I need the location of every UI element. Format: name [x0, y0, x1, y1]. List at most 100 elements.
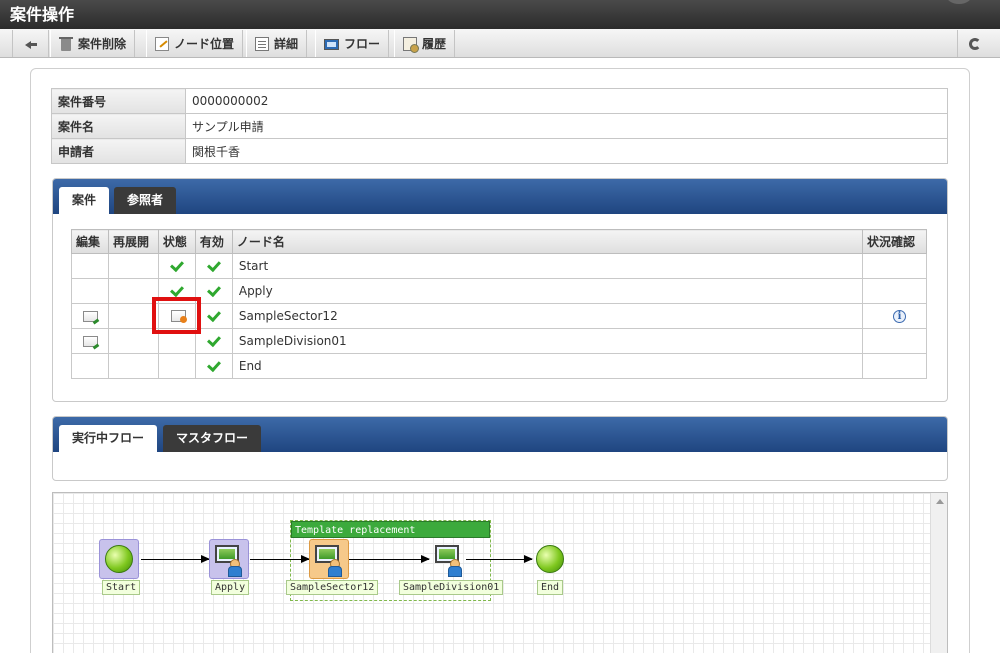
node-position-button[interactable]: ノード位置: [146, 30, 244, 57]
group-title: Template replacement: [291, 521, 490, 538]
history-icon: [403, 36, 419, 53]
info-icon[interactable]: i: [893, 309, 906, 323]
start-node-label: Start: [102, 580, 141, 595]
case-name-value: サンプル申請: [185, 113, 948, 139]
node-name: Apply: [231, 278, 864, 304]
case-number-key: 案件番号: [51, 88, 186, 114]
detail-label: 詳細: [274, 37, 299, 51]
detail-button[interactable]: 詳細: [246, 30, 308, 57]
flow-tab-bar: 実行中フロー マスタフロー: [53, 417, 947, 452]
redeploy-cell: [107, 353, 159, 379]
state-cell: [157, 353, 196, 379]
check-icon: [206, 307, 221, 322]
edge-division-end: [466, 555, 533, 563]
edit-cell: [71, 328, 109, 354]
check-icon: [206, 332, 221, 347]
applicant-key: 申請者: [51, 138, 186, 164]
delete-case-label: 案件削除: [78, 37, 127, 51]
flow-canvas[interactable]: Template replacement Start Apply SampleS…: [52, 492, 948, 653]
window-title-bar: 案件操作: [0, 0, 1000, 29]
edit-cell: [71, 253, 109, 279]
node-name: End: [231, 353, 864, 379]
edit-icon[interactable]: [83, 335, 98, 347]
case-info-table: 案件番号 0000000002 案件名 サンプル申請 申請者 関根千香: [51, 88, 948, 164]
edit-icon: [155, 36, 169, 51]
document-icon: [255, 36, 269, 51]
redeploy-cell: [107, 328, 159, 354]
tab-master-flow[interactable]: マスタフロー: [163, 425, 262, 452]
trash-icon: [59, 36, 73, 51]
flow-button[interactable]: フロー: [315, 30, 390, 57]
sector-node-label: SampleSector12: [286, 580, 379, 595]
start-sphere-icon: [105, 545, 133, 573]
table-row: End: [71, 353, 927, 379]
tab-referrer[interactable]: 参照者: [114, 187, 177, 214]
toolbar: 案件削除 ノード位置 詳細 フロー 履歴: [0, 29, 1000, 58]
end-sphere-icon[interactable]: [536, 545, 564, 573]
node-name: SampleDivision01: [231, 328, 864, 354]
node-tab-bar: 案件 参照者: [53, 179, 947, 214]
status-check-cell: [862, 353, 927, 379]
valid-cell: [194, 253, 233, 279]
edit-cell: [71, 278, 109, 304]
history-label: 履歴: [422, 37, 447, 51]
applicant-value: 関根千香: [185, 138, 948, 164]
tab-case[interactable]: 案件: [59, 187, 110, 214]
check-icon: [206, 357, 221, 372]
status-check-cell: [862, 328, 927, 354]
status-check-cell: [862, 253, 927, 279]
history-button[interactable]: 履歴: [394, 30, 456, 57]
node-panel: 案件 参照者 編集 再展開 状態 有効 ノード名 状況確認 Start Appl…: [52, 178, 948, 402]
refresh-icon: [969, 37, 981, 50]
header-edit: 編集: [71, 229, 109, 254]
edit-cell: [71, 353, 109, 379]
check-icon: [206, 282, 221, 297]
user-icon: [228, 559, 242, 577]
valid-cell: [194, 353, 233, 379]
redeploy-cell: [107, 253, 159, 279]
end-node-label: End: [537, 580, 564, 595]
case-name-key: 案件名: [51, 113, 186, 139]
back-button[interactable]: [12, 30, 49, 57]
flow-icon: [324, 39, 339, 50]
vertical-scrollbar[interactable]: [930, 493, 947, 653]
edge-sector-division: [349, 555, 430, 563]
apply-node-label: Apply: [211, 580, 250, 595]
table-row: Start: [71, 253, 927, 279]
table-row: 申請者 関根千香: [51, 138, 948, 164]
redeploy-cell: [107, 278, 159, 304]
table-row: 案件番号 0000000002: [51, 88, 948, 114]
node-name: Start: [231, 253, 864, 279]
window-control[interactable]: [946, 0, 972, 4]
redeploy-cell: [107, 303, 159, 329]
window-title: 案件操作: [10, 5, 75, 24]
table-header-row: 編集 再展開 状態 有効 ノード名 状況確認: [71, 229, 927, 254]
tab-running-flow[interactable]: 実行中フロー: [59, 425, 158, 452]
flow-label: フロー: [344, 37, 381, 51]
header-redeploy: 再展開: [107, 229, 159, 254]
check-icon: [169, 257, 184, 272]
arrow-left-icon: [24, 37, 38, 51]
edge-apply-sector: [250, 555, 310, 563]
status-check-cell: [862, 278, 927, 304]
check-icon: [206, 257, 221, 272]
refresh-button[interactable]: [957, 30, 992, 57]
header-valid: 有効: [194, 229, 233, 254]
edit-icon[interactable]: [83, 310, 98, 322]
state-cell: [157, 253, 196, 279]
delete-case-button[interactable]: 案件削除: [50, 30, 136, 57]
edit-cell: [71, 303, 109, 329]
case-number-value: 0000000002: [185, 88, 948, 114]
flow-panel: 実行中フロー マスタフロー: [52, 416, 948, 481]
user-icon: [328, 559, 342, 577]
table-row: 案件名 サンプル申請: [51, 113, 948, 139]
user-icon: [448, 559, 462, 577]
header-state: 状態: [157, 229, 196, 254]
status-check-cell: i: [862, 303, 927, 329]
check-icon: [169, 282, 184, 297]
division-node-label: SampleDivision01: [399, 580, 504, 595]
header-node-name: ノード名: [231, 229, 864, 254]
node-position-label: ノード位置: [174, 37, 235, 51]
header-status-check: 状況確認: [862, 229, 927, 254]
edge-start-apply: [141, 555, 210, 563]
